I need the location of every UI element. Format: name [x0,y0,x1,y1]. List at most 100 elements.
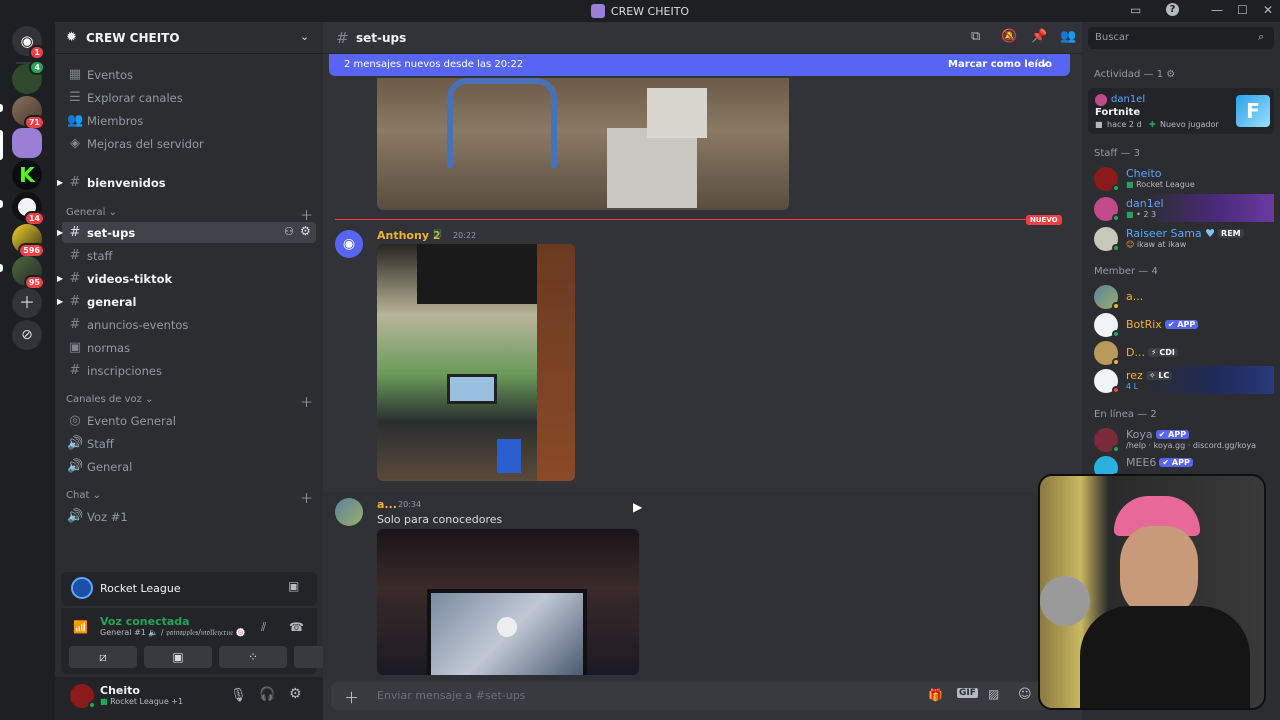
add-server-icon[interactable]: ＋ [12,288,42,318]
help-icon[interactable]: ? [1166,3,1179,16]
channel-normas[interactable]: ▣ normas [62,337,316,358]
gear-icon[interactable]: ⚙ [300,224,311,238]
invite-icon[interactable]: ⚇ [284,225,294,238]
pin-icon[interactable]: 📌 [1031,29,1047,44]
add-attachment-icon[interactable]: ＋ [344,687,359,708]
disconnect-icon[interactable]: ☎ [289,620,304,634]
message-image[interactable] [377,244,575,481]
minimize-icon[interactable]: — [1211,3,1223,17]
voice-channel-staff[interactable]: 🔊 Staff [62,433,316,454]
server-icon[interactable]: 71 [12,96,45,130]
server-icon[interactable]: 95 [12,256,45,290]
server-logo-icon [590,4,605,18]
bot-tag: ✔ APP [1159,458,1193,467]
server-header[interactable]: ✹ CREW CHEITO ⌄ [55,22,323,54]
noise-suppression-icon[interactable]: ⫽ [261,620,266,635]
server-icon[interactable]: 4 [12,60,45,94]
avatar[interactable] [335,498,363,526]
member-item[interactable]: BotRix ✔ APP [1088,310,1274,338]
member-list-icon[interactable]: 👥 [1060,29,1076,44]
member-name-wrap: rez ✧ LC [1126,369,1173,382]
channel-videos-tiktok[interactable]: ▶ # videos-tiktok [57,268,316,289]
share-screen-button[interactable]: ▣ [144,646,212,668]
camera-off-button[interactable]: ⧄ [69,646,137,668]
activity-card[interactable]: dan1el Fortnite ■ hace 2 d ✚ Nuevo jugad… [1088,88,1274,134]
activity-time: hace 2 d [1107,120,1142,129]
avatar[interactable]: ◉ [335,230,363,258]
game-controller-icon: ■ [1095,120,1103,129]
activities-button[interactable]: ⁘ [219,646,287,668]
gear-icon[interactable]: ⚙ [1166,69,1175,80]
channel-inscripciones[interactable]: # inscripciones [62,360,316,381]
voice-channel-general[interactable]: 🔊 General [62,456,316,477]
channel-sidebar: ✹ CREW CHEITO ⌄ ▦ Eventos ☰ Explorar canal… [55,22,362,720]
online-status-icon [1112,330,1120,338]
member-item[interactable]: D... ⚡ CDI [1088,338,1274,366]
category-general[interactable]: General ⌄ ＋ [66,207,313,224]
webcam-overlay [1038,474,1266,710]
member-item[interactable]: Koya ✔ APP/help · koya.gg · discord.gg/ko… [1088,425,1274,453]
nav-members[interactable]: 👥 Miembros [62,110,316,131]
voice-channel-voz-1[interactable]: 🔊 Voz #1 [62,506,316,527]
inbox-icon[interactable]: ▭ [1130,3,1141,17]
member-item[interactable]: dan1el ■ • 2 3 [1088,194,1274,222]
sticker-icon[interactable]: ▨ [988,687,999,701]
nav-boosts[interactable]: ◈ Mejoras del servidor [62,133,316,154]
channel-general[interactable]: ▶ # general [57,291,316,312]
headphones-icon[interactable]: 🎧 [259,687,275,702]
discord-home-icon[interactable]: ◉ 1 [12,26,45,60]
unread-dot-icon: ▶ [57,274,64,283]
search-input[interactable]: Buscar [1095,32,1129,43]
hash-icon: # [69,248,81,263]
server-icon[interactable]: 596 [12,224,45,258]
channel-set-ups[interactable]: ▶ # set-ups ⚇ ⚙ [57,222,316,243]
nav-label: Miembros [87,114,144,128]
new-messages-banner[interactable]: 2 mensajes nuevos desde las 20:22 Marcar… [329,54,1070,76]
maximize-icon[interactable]: ☐ [1237,3,1248,17]
monitor-shape [447,374,497,404]
channel-anuncios-eventos[interactable]: # anuncios-eventos [62,314,316,335]
member-item[interactable]: Cheito ■ Rocket League [1088,164,1274,192]
channel-bienvenidos[interactable]: ▶ # bienvenidos [57,172,316,193]
kick-server-icon[interactable]: K [12,160,42,190]
emoji-icon[interactable]: ☺ [1018,687,1032,702]
message-image[interactable] [377,78,789,210]
voice-channel-evento-general[interactable]: ◎ Evento General [62,410,316,431]
message-input[interactable]: Enviar mensaje a #set-ups [377,689,525,702]
channel-staff[interactable]: # staff [62,245,316,266]
user-name[interactable]: Cheito [100,684,140,697]
ghost-server-icon[interactable] [12,128,42,158]
group-header: En línea — 2 [1094,409,1157,420]
threads-icon[interactable]: ⧉ [971,29,980,44]
add-channel-icon[interactable]: ＋ [300,488,313,507]
message-author[interactable]: Anthony 2 [377,229,440,242]
window-title: CREW CHEITO [0,4,1280,18]
member-item[interactable]: Raiseer Sama ♥ REM ☺ ikaw at ikaw [1088,224,1274,252]
notifications-muted-icon[interactable]: 🔕 [1001,29,1017,44]
message-image[interactable] [377,529,639,675]
mark-as-read-button[interactable]: Marcar como leído [948,59,1052,70]
member-item[interactable]: rez ✧ LC 4 L [1088,366,1274,394]
gear-icon[interactable]: ⚙ [289,686,302,702]
category-voice[interactable]: Canales de voz ⌄ ＋ [66,394,313,411]
microphone-icon[interactable]: 🎙 [230,688,247,703]
screen-share-icon[interactable]: ▣ [288,579,299,593]
member-item[interactable]: a... [1088,282,1274,310]
nav-browse-channels[interactable]: ☰ Explorar canales [62,87,316,108]
voice-channel-name[interactable]: General #1 🔈 / 𝔭𝔞𝔦𝔫𝔞𝔭𝔭𝔩𝔢𝔰/𝔪𝔬𝔩𝔩𝔢𝔶𝔠𝔯𝔲𝔢 🍥 [100,628,246,638]
activity-panel[interactable]: Rocket League ▣ [61,572,317,606]
voice-status[interactable]: Voz conectada [100,615,190,628]
message-time: 20:34 [398,500,422,509]
server-icon[interactable]: 14 [12,192,45,226]
gif-icon[interactable]: GIF [957,688,978,698]
online-status-icon [1112,184,1120,192]
category-chat[interactable]: Chat ⌄ ＋ [66,490,313,507]
nav-events[interactable]: ▦ Eventos [62,64,316,85]
close-icon[interactable]: ✕ [1263,3,1273,17]
channel-label: general [87,295,137,309]
gift-icon[interactable]: 🎁 [928,688,943,702]
search-box[interactable]: Buscar ⌕ [1088,27,1274,49]
discover-icon[interactable]: ⊘ [12,320,42,350]
add-channel-icon[interactable]: ＋ [300,392,313,411]
message-author[interactable]: a... [377,498,397,511]
